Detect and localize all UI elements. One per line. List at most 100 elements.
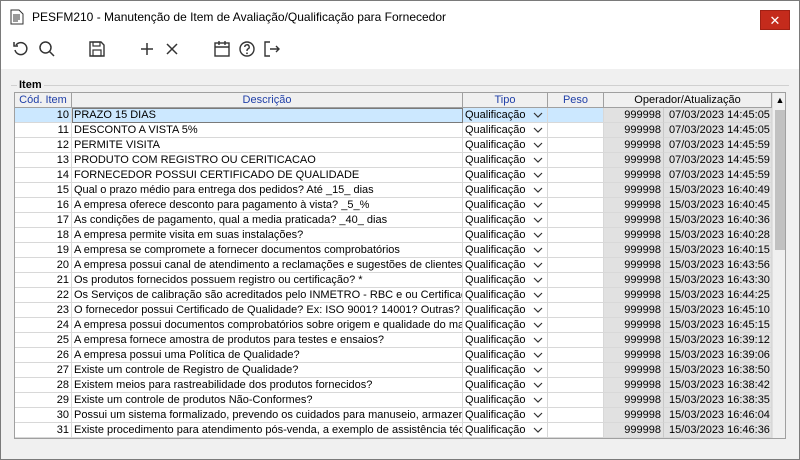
cell-descricao[interactable]: Existe procedimento para atendimento pós… [72, 423, 463, 438]
table-row[interactable]: 25 A empresa fornece amostra de produtos … [15, 333, 772, 348]
column-header-operador-atualizacao[interactable]: Operador/Atualização [604, 93, 772, 108]
cell-tipo[interactable]: Qualificação [463, 108, 548, 123]
cell-peso[interactable] [548, 378, 604, 393]
table-row[interactable]: 23 O fornecedor possui Certificado de Qua… [15, 303, 772, 318]
table-row[interactable]: 28 Existem meios para rastreabilidade dos… [15, 378, 772, 393]
column-header-peso[interactable]: Peso [548, 93, 604, 108]
chevron-down-icon[interactable] [531, 348, 545, 362]
cell-peso[interactable] [548, 393, 604, 408]
cell-peso[interactable] [548, 198, 604, 213]
cell-descricao[interactable]: Existe um controle de Registro de Qualid… [72, 363, 463, 378]
table-row[interactable]: 14 FORNECEDOR POSSUI CERTIFICADO DE QUALI… [15, 168, 772, 183]
cell-descricao[interactable]: A empresa fornece amostra de produtos pa… [72, 333, 463, 348]
table-row[interactable]: 31 Existe procedimento para atendimento p… [15, 423, 772, 438]
search-icon[interactable] [38, 40, 56, 58]
cell-descricao[interactable]: A empresa possui documentos comprobatóri… [72, 318, 463, 333]
table-row[interactable]: 16 A empresa oferece desconto para pagame… [15, 198, 772, 213]
cell-tipo[interactable]: Qualificação [463, 303, 548, 318]
chevron-down-icon[interactable] [531, 108, 545, 122]
table-row[interactable]: 27 Existe um controle de Registro de Qual… [15, 363, 772, 378]
help-icon[interactable] [238, 40, 256, 58]
table-row[interactable]: 11 DESCONTO A VISTA 5% Qualificação 999998 0… [15, 123, 772, 138]
cell-descricao[interactable]: As condições de pagamento, qual a media … [72, 213, 463, 228]
cell-descricao[interactable]: FORNECEDOR POSSUI CERTIFICADO DE QUALIDA… [72, 168, 463, 183]
cell-peso[interactable] [548, 243, 604, 258]
cell-peso[interactable] [548, 288, 604, 303]
cell-tipo[interactable]: Qualificação [463, 213, 548, 228]
table-row[interactable]: 20 A empresa possui canal de atendimento … [15, 258, 772, 273]
chevron-down-icon[interactable] [531, 258, 545, 272]
column-header-tipo[interactable]: Tipo [463, 93, 548, 108]
table-row[interactable]: 26 A empresa possui uma Política de Quali… [15, 348, 772, 363]
cell-tipo[interactable]: Qualificação [463, 228, 548, 243]
chevron-down-icon[interactable] [531, 198, 545, 212]
delete-icon[interactable] [163, 40, 181, 58]
cell-descricao[interactable]: Os Serviços de calibração são acreditado… [72, 288, 463, 303]
cell-tipo[interactable]: Qualificação [463, 363, 548, 378]
cell-tipo[interactable]: Qualificação [463, 288, 548, 303]
cell-peso[interactable] [548, 183, 604, 198]
chevron-down-icon[interactable] [531, 363, 545, 377]
cell-peso[interactable] [548, 408, 604, 423]
chevron-down-icon[interactable] [531, 228, 545, 242]
cell-tipo[interactable]: Qualificação [463, 378, 548, 393]
chevron-down-icon[interactable] [531, 213, 545, 227]
cell-tipo[interactable]: Qualificação [463, 393, 548, 408]
chevron-down-icon[interactable] [531, 288, 545, 302]
table-row[interactable]: 22 Os Serviços de calibração são acredita… [15, 288, 772, 303]
cell-tipo[interactable]: Qualificação [463, 333, 548, 348]
cell-tipo[interactable]: Qualificação [463, 258, 548, 273]
cell-peso[interactable] [548, 258, 604, 273]
scroll-up-button[interactable]: ▲ [773, 93, 785, 107]
table-row[interactable]: 10 PRAZO 15 DIAS Qualificação 999998 07/03/2… [15, 108, 772, 123]
cell-tipo[interactable]: Qualificação [463, 348, 548, 363]
chevron-down-icon[interactable] [531, 153, 545, 167]
chevron-down-icon[interactable] [531, 423, 545, 437]
column-header-cod-item[interactable]: Cód. Item [15, 93, 72, 108]
chevron-down-icon[interactable] [531, 393, 545, 407]
cell-descricao[interactable]: A empresa possui uma Política de Qualida… [72, 348, 463, 363]
cell-tipo[interactable]: Qualificação [463, 408, 548, 423]
table-row[interactable]: 21 Os produtos fornecidos possuem registr… [15, 273, 772, 288]
cell-tipo[interactable]: Qualificação [463, 138, 548, 153]
table-row[interactable]: 17 As condições de pagamento, qual a medi… [15, 213, 772, 228]
cell-peso[interactable] [548, 108, 604, 123]
cell-tipo[interactable]: Qualificação [463, 168, 548, 183]
column-header-descricao[interactable]: Descrição [72, 93, 463, 108]
chevron-down-icon[interactable] [531, 243, 545, 257]
cell-peso[interactable] [548, 303, 604, 318]
cell-descricao[interactable]: A empresa oferece desconto para pagament… [72, 198, 463, 213]
calendar-icon[interactable] [213, 40, 231, 58]
cell-descricao[interactable]: Possui um sistema formalizado, prevendo … [72, 408, 463, 423]
table-row[interactable]: 19 A empresa se compromete a fornecer doc… [15, 243, 772, 258]
cell-descricao[interactable]: O fornecedor possui Certificado de Quali… [72, 303, 463, 318]
chevron-down-icon[interactable] [531, 318, 545, 332]
cell-tipo[interactable]: Qualificação [463, 423, 548, 438]
cell-descricao[interactable]: A empresa permite visita em suas instala… [72, 228, 463, 243]
cell-descricao[interactable]: DESCONTO A VISTA 5% [72, 123, 463, 138]
table-row[interactable]: 15 Qual o prazo médio para entrega dos pe… [15, 183, 772, 198]
cell-peso[interactable] [548, 228, 604, 243]
cell-tipo[interactable]: Qualificação [463, 318, 548, 333]
chevron-down-icon[interactable] [531, 123, 545, 137]
cell-peso[interactable] [548, 168, 604, 183]
cell-descricao[interactable]: A empresa possui canal de atendimento a … [72, 258, 463, 273]
cell-peso[interactable] [548, 333, 604, 348]
cell-peso[interactable] [548, 213, 604, 228]
cell-descricao[interactable]: PRODUTO COM REGISTRO OU CERITICACAO [72, 153, 463, 168]
cell-descricao[interactable]: PRAZO 15 DIAS [72, 108, 463, 123]
cell-peso[interactable] [548, 423, 604, 438]
exit-icon[interactable] [263, 40, 281, 58]
cell-tipo[interactable]: Qualificação [463, 123, 548, 138]
chevron-down-icon[interactable] [531, 183, 545, 197]
table-row[interactable]: 24 A empresa possui documentos comprobató… [15, 318, 772, 333]
refresh-icon[interactable] [12, 40, 30, 58]
table-row[interactable]: 30 Possui um sistema formalizado, prevend… [15, 408, 772, 423]
chevron-down-icon[interactable] [531, 168, 545, 182]
cell-tipo[interactable]: Qualificação [463, 198, 548, 213]
cell-descricao[interactable]: A empresa se compromete a fornecer docum… [72, 243, 463, 258]
cell-peso[interactable] [548, 273, 604, 288]
close-button[interactable]: ✕ [760, 10, 790, 30]
chevron-down-icon[interactable] [531, 333, 545, 347]
cell-tipo[interactable]: Qualificação [463, 153, 548, 168]
